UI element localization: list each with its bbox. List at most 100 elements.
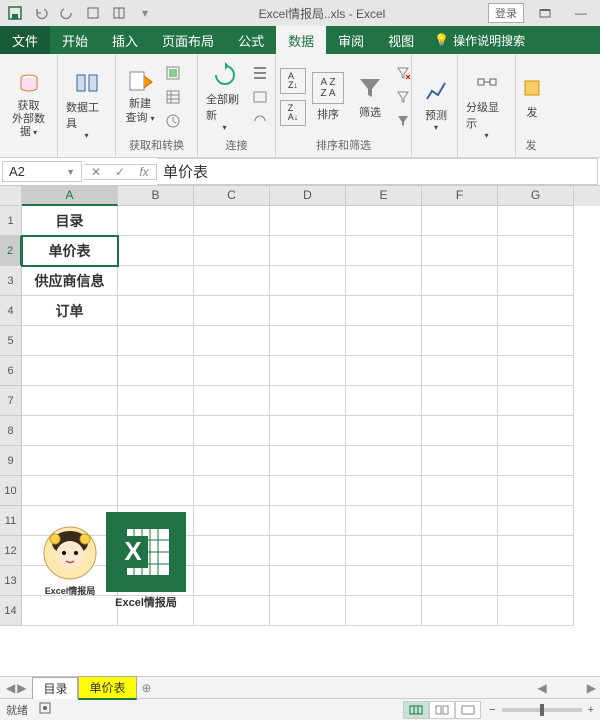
col-header-D[interactable]: D (270, 186, 346, 206)
clear-filter-icon[interactable] (392, 62, 414, 84)
col-header-G[interactable]: G (498, 186, 574, 206)
cell[interactable] (194, 296, 270, 326)
cell[interactable] (270, 266, 346, 296)
cell[interactable] (194, 506, 270, 536)
row-header[interactable]: 13 (0, 566, 22, 596)
row-header[interactable]: 1 (0, 206, 22, 236)
cell[interactable] (270, 566, 346, 596)
zoom-out-button[interactable]: − (489, 704, 495, 716)
cell[interactable] (346, 596, 422, 626)
row-header[interactable]: 6 (0, 356, 22, 386)
cell[interactable] (498, 296, 574, 326)
cell[interactable] (498, 566, 574, 596)
formula-input[interactable]: 单价表 (157, 158, 598, 185)
cell[interactable]: 单价表 (22, 236, 118, 266)
cell[interactable] (498, 506, 574, 536)
cell[interactable] (118, 416, 194, 446)
cell[interactable] (194, 596, 270, 626)
cell[interactable] (498, 596, 574, 626)
cell[interactable] (118, 266, 194, 296)
cell[interactable] (346, 476, 422, 506)
row-header[interactable]: 12 (0, 536, 22, 566)
row-header[interactable]: 8 (0, 416, 22, 446)
cell[interactable] (194, 326, 270, 356)
forecast-button[interactable]: 预测▾ (416, 75, 456, 134)
row-header[interactable]: 14 (0, 596, 22, 626)
cell[interactable] (498, 356, 574, 386)
zoom-slider[interactable] (502, 708, 582, 712)
cell[interactable] (270, 296, 346, 326)
select-all-corner[interactable] (0, 186, 22, 206)
tab-insert[interactable]: 插入 (100, 26, 150, 54)
sheet-nav-next-icon[interactable]: ▶ (17, 681, 26, 695)
cell[interactable] (346, 566, 422, 596)
cell[interactable] (22, 416, 118, 446)
cell[interactable] (118, 476, 194, 506)
cell[interactable] (422, 206, 498, 236)
tab-home[interactable]: 开始 (50, 26, 100, 54)
cell[interactable] (194, 536, 270, 566)
cell[interactable] (422, 236, 498, 266)
cell[interactable] (194, 476, 270, 506)
cell[interactable] (498, 206, 574, 236)
fx-icon[interactable]: fx (132, 165, 156, 179)
cell[interactable]: 供应商信息 (22, 266, 118, 296)
row-header[interactable]: 4 (0, 296, 22, 326)
cell[interactable] (498, 476, 574, 506)
cell[interactable] (498, 236, 574, 266)
dev-button[interactable]: 发 (520, 72, 544, 122)
cell[interactable] (346, 356, 422, 386)
cell[interactable] (22, 326, 118, 356)
cell[interactable] (194, 386, 270, 416)
cell[interactable] (194, 236, 270, 266)
tab-review[interactable]: 审阅 (326, 26, 376, 54)
cell[interactable] (346, 446, 422, 476)
hscroll-left-icon[interactable]: ◀ (538, 681, 547, 695)
cell[interactable] (270, 446, 346, 476)
cell[interactable] (270, 326, 346, 356)
cell[interactable] (422, 266, 498, 296)
cell[interactable] (422, 326, 498, 356)
get-external-data-button[interactable]: 获取外部数据 ▾ (4, 68, 53, 142)
cell[interactable] (346, 506, 422, 536)
from-table-icon[interactable] (162, 86, 184, 108)
undo-icon[interactable] (30, 2, 52, 24)
tell-me[interactable]: 💡 操作说明搜索 (426, 26, 533, 54)
tab-layout[interactable]: 页面布局 (150, 26, 226, 54)
cell[interactable] (118, 356, 194, 386)
cell[interactable]: 订单 (22, 296, 118, 326)
cell[interactable] (270, 596, 346, 626)
minimize-icon[interactable]: — (566, 2, 596, 24)
col-header-F[interactable]: F (422, 186, 498, 206)
cell[interactable] (498, 416, 574, 446)
tab-formulas[interactable]: 公式 (226, 26, 276, 54)
connections-icon[interactable] (249, 62, 271, 84)
qat-dropdown-icon[interactable]: ▾ (134, 2, 156, 24)
cell[interactable] (194, 416, 270, 446)
ribbon-options-icon[interactable] (530, 2, 560, 24)
cell[interactable] (422, 356, 498, 386)
new-query-button[interactable]: 新建查询 ▾ (120, 66, 160, 126)
cell[interactable] (346, 236, 422, 266)
cell[interactable] (270, 386, 346, 416)
row-header[interactable]: 10 (0, 476, 22, 506)
view-page-layout-icon[interactable] (429, 701, 455, 719)
cell[interactable] (22, 386, 118, 416)
row-header[interactable]: 7 (0, 386, 22, 416)
cell[interactable] (270, 506, 346, 536)
name-box[interactable]: A2▼ (2, 161, 82, 182)
cell[interactable] (422, 416, 498, 446)
sort-button[interactable]: A ZZ A排序 (308, 70, 348, 124)
sheet-nav-prev-icon[interactable]: ◀ (6, 681, 15, 695)
cell[interactable] (346, 326, 422, 356)
cell[interactable] (194, 206, 270, 236)
cell[interactable] (270, 206, 346, 236)
data-tools-button[interactable]: 数据工具▾ (62, 67, 111, 142)
outline-button[interactable]: 分级显示▾ (462, 67, 511, 142)
enter-icon[interactable]: ✓ (108, 165, 132, 179)
row-header[interactable]: 5 (0, 326, 22, 356)
view-page-break-icon[interactable] (455, 701, 481, 719)
cell[interactable] (270, 416, 346, 446)
sort-az-icon[interactable]: AZ↓ (280, 68, 306, 94)
cell[interactable] (498, 266, 574, 296)
